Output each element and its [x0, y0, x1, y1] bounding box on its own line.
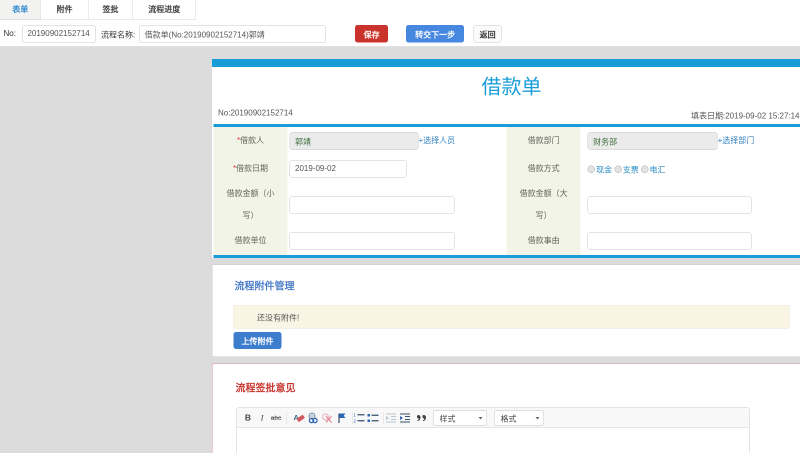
- svg-text:2: 2: [354, 418, 357, 423]
- svg-text:1: 1: [354, 412, 357, 417]
